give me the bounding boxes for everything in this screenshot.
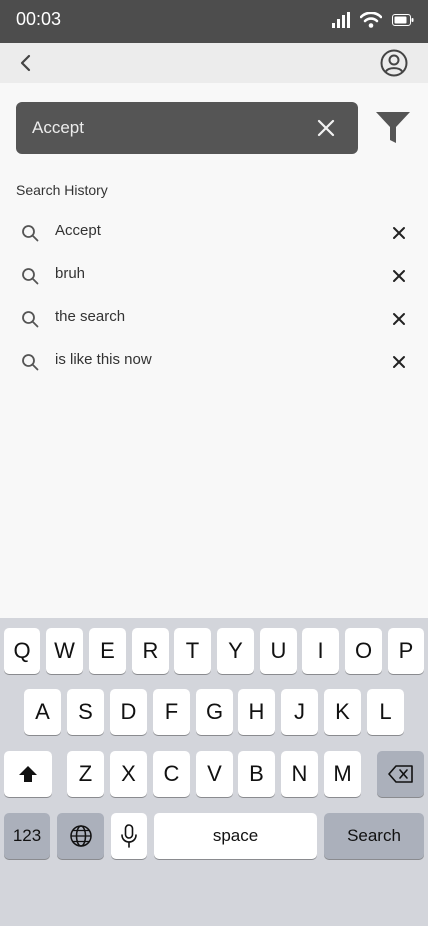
search-history-list: Accept bruh the search is like this now (0, 210, 428, 382)
key-i[interactable]: I (302, 628, 339, 674)
battery-icon (392, 14, 414, 26)
globe-key[interactable] (57, 813, 104, 859)
key-p[interactable]: P (388, 628, 424, 674)
search-icon (22, 311, 39, 328)
key-b[interactable]: B (238, 751, 275, 797)
status-time: 00:03 (16, 9, 62, 29)
on-screen-keyboard: Q W E R T Y U I O P A S D F G H J K L Z … (0, 618, 428, 926)
navigation-bar (0, 43, 428, 83)
user-circle-icon (380, 49, 408, 77)
shift-key[interactable] (4, 751, 52, 797)
key-k[interactable]: K (324, 689, 361, 735)
key-g[interactable]: G (196, 689, 233, 735)
key-c[interactable]: C (153, 751, 190, 797)
status-bar: 00:03 (0, 0, 428, 43)
globe-icon (69, 825, 92, 847)
key-z[interactable]: Z (67, 751, 104, 797)
key-d[interactable]: D (110, 689, 147, 735)
history-item[interactable]: bruh (0, 253, 428, 296)
filter-button[interactable] (374, 110, 412, 146)
search-bar (16, 102, 358, 154)
key-t[interactable]: T (174, 628, 211, 674)
history-item-label: bruh (55, 265, 86, 282)
search-key[interactable]: Search (324, 813, 424, 859)
search-history-title: Search History (16, 182, 108, 198)
close-icon (317, 119, 335, 137)
key-o[interactable]: O (345, 628, 382, 674)
microphone-icon (121, 824, 137, 848)
clear-search-button[interactable] (316, 118, 336, 138)
key-x[interactable]: X (110, 751, 147, 797)
back-button[interactable] (14, 51, 38, 75)
close-icon[interactable] (391, 354, 407, 370)
close-icon[interactable] (391, 268, 407, 284)
key-h[interactable]: H (238, 689, 275, 735)
signal-icon (332, 12, 350, 28)
numbers-key[interactable]: 123 (4, 813, 50, 859)
key-s[interactable]: S (67, 689, 104, 735)
space-key[interactable]: space (154, 813, 317, 859)
search-input[interactable] (32, 116, 302, 140)
key-n[interactable]: N (281, 751, 318, 797)
search-icon (22, 354, 39, 371)
history-item-label: the search (55, 308, 126, 325)
backspace-key[interactable] (377, 751, 424, 797)
key-l[interactable]: L (367, 689, 404, 735)
wifi-icon (360, 12, 382, 28)
history-item[interactable]: is like this now (0, 339, 428, 382)
key-a[interactable]: A (24, 689, 61, 735)
chevron-left-icon (20, 54, 31, 72)
microphone-key[interactable] (111, 813, 147, 859)
close-icon[interactable] (391, 311, 407, 327)
history-item[interactable]: the search (0, 296, 428, 339)
key-q[interactable]: Q (4, 628, 40, 674)
key-u[interactable]: U (260, 628, 297, 674)
backspace-icon (387, 765, 413, 783)
status-icons (332, 12, 414, 28)
history-item-label: is like this now (55, 351, 152, 368)
history-item[interactable]: Accept (0, 210, 428, 253)
shift-icon (19, 766, 37, 782)
key-e[interactable]: E (89, 628, 126, 674)
profile-button[interactable] (380, 49, 408, 77)
history-item-label: Accept (55, 222, 101, 239)
filter-icon (376, 112, 410, 143)
key-v[interactable]: V (196, 751, 233, 797)
key-j[interactable]: J (281, 689, 318, 735)
key-y[interactable]: Y (217, 628, 254, 674)
close-icon[interactable] (391, 225, 407, 241)
key-f[interactable]: F (153, 689, 190, 735)
search-icon (22, 225, 39, 242)
key-m[interactable]: M (324, 751, 361, 797)
search-icon (22, 268, 39, 285)
key-w[interactable]: W (46, 628, 83, 674)
key-r[interactable]: R (132, 628, 169, 674)
